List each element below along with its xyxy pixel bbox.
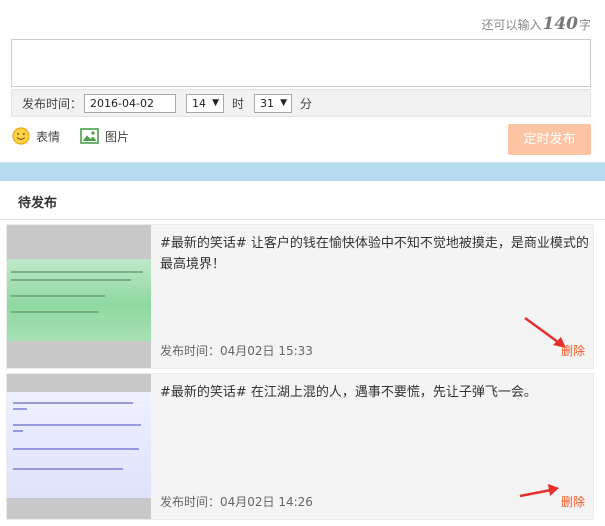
hour-select[interactable]: 14 ▼: [186, 93, 225, 113]
schedule-label: 发布时间：: [22, 96, 83, 111]
pending-title: 待发布: [18, 196, 58, 211]
counter-suffix: 字: [578, 18, 591, 32]
annotation-arrow-icon: [519, 484, 559, 498]
char-counter: 还可以输入140字: [481, 14, 591, 34]
delete-button[interactable]: 删除: [561, 342, 585, 359]
composer-tools: 表情 图片: [12, 124, 149, 148]
post-text: #最新的笑话# 让客户的钱在愉快体验中不知不觉地被摸走，是商业模式的最高境界！: [160, 236, 589, 272]
emoji-label: 表情: [36, 129, 61, 144]
emoji-button[interactable]: 表情: [12, 127, 60, 145]
counter-number: 140: [542, 14, 578, 34]
dropdown-arrow-icon: ▼: [212, 97, 220, 108]
image-label: 图片: [105, 129, 130, 144]
post-time: 发布时间：04月02日 14:26: [160, 495, 313, 509]
minute-select[interactable]: 31 ▼: [254, 93, 293, 113]
divider: [0, 219, 605, 220]
counter-prefix: 还可以输入: [481, 18, 542, 32]
pending-panel: 待发布 #最新的笑话# 让客户的钱在愉快体验中不知不觉地被摸走，是商业模式的最高…: [0, 181, 605, 526]
image-button[interactable]: 图片: [80, 128, 129, 145]
post-textarea[interactable]: [11, 39, 591, 87]
minute-unit: 分: [300, 96, 313, 111]
delete-button[interactable]: 删除: [561, 493, 585, 510]
thumbnail-image: [7, 259, 151, 341]
dropdown-arrow-icon: ▼: [280, 97, 288, 108]
minute-value: 31: [260, 96, 275, 110]
composer-panel: 还可以输入140字 发布时间： 2016-04-02 14 ▼ 时 31 ▼ 分…: [0, 0, 605, 163]
post-time: 发布时间：04月02日 15:33: [160, 344, 313, 358]
schedule-submit-button[interactable]: 定时发布: [508, 124, 591, 155]
date-input[interactable]: 2016-04-02: [84, 93, 177, 113]
post-thumbnail[interactable]: [7, 225, 151, 368]
pending-item: #最新的笑话# 让客户的钱在愉快体验中不知不觉地被摸走，是商业模式的最高境界！ …: [6, 224, 594, 369]
thumbnail-image: [7, 392, 151, 498]
pending-item: #最新的笑话# 在江湖上混的人，遇事不要慌，先让子弹飞一会。 发布时间：04月0…: [6, 373, 594, 520]
schedule-bar: 发布时间： 2016-04-02 14 ▼ 时 31 ▼ 分: [11, 89, 591, 117]
emoji-icon: [12, 127, 30, 145]
post-text: #最新的笑话# 在江湖上混的人，遇事不要慌，先让子弹飞一会。: [160, 385, 537, 400]
post-thumbnail[interactable]: [7, 374, 151, 519]
hour-value: 14: [192, 96, 207, 110]
image-icon: [80, 128, 99, 144]
hour-unit: 时: [232, 96, 245, 111]
